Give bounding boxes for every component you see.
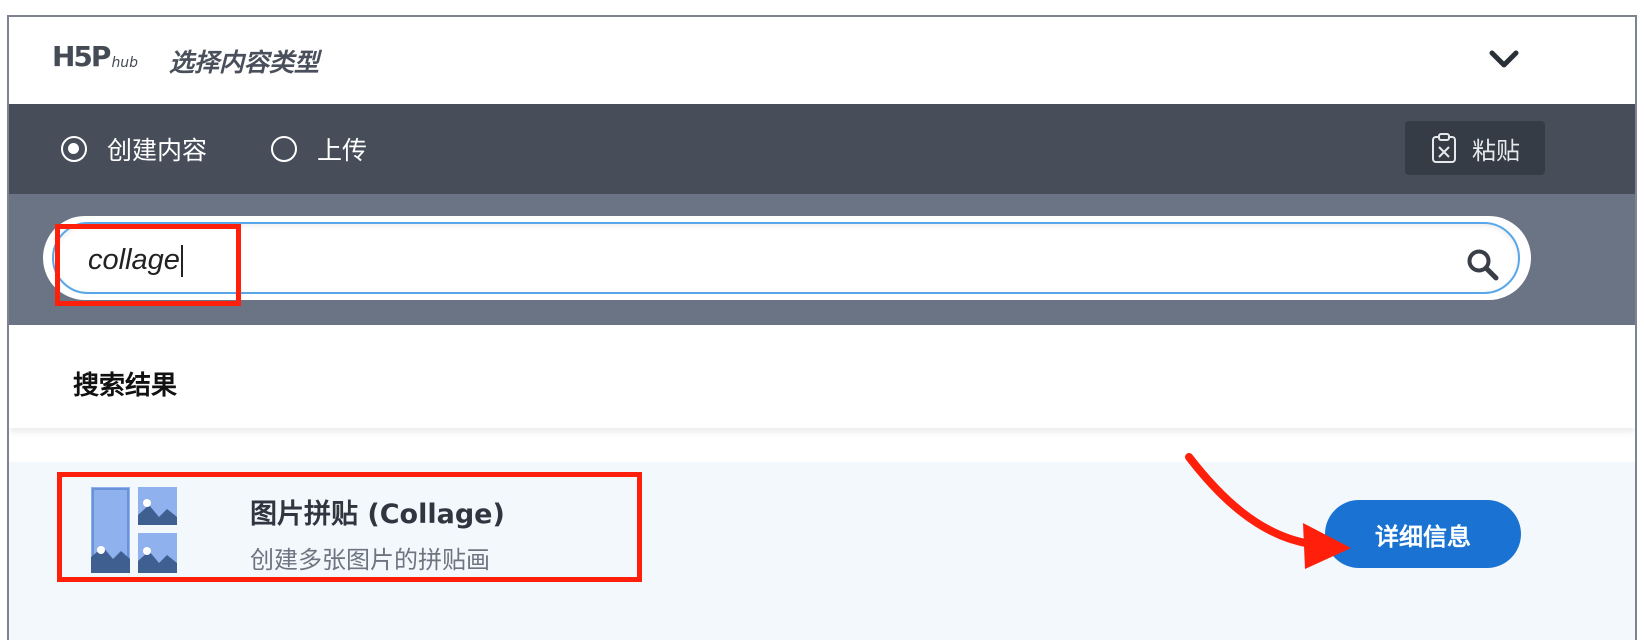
search-icon[interactable] (1466, 248, 1500, 282)
result-highlight-box (57, 472, 642, 582)
results-heading: 搜索结果 (73, 371, 178, 401)
h5p-hub-panel: H5P hub 选择内容类型 创建内容 上传 粘贴 collage 搜索结果 图… (7, 15, 1637, 640)
hub-header[interactable]: H5P hub 选择内容类型 (9, 17, 1635, 104)
search-box: collage (43, 216, 1531, 300)
tab-upload[interactable]: 上传 (271, 104, 367, 194)
results-header: 搜索结果 (9, 325, 1635, 428)
radio-checked-icon[interactable] (61, 136, 87, 162)
search-highlight-box (55, 224, 241, 306)
page-title: 选择内容类型 (169, 48, 320, 77)
list-item[interactable]: 图片拼贴 (Collage) 创建多张图片的拼贴画 详细信息 (9, 462, 1635, 640)
tab-create-content[interactable]: 创建内容 (61, 104, 207, 194)
arrow-annotation-icon (1185, 453, 1351, 569)
radio-unchecked-icon[interactable] (271, 136, 297, 162)
clipboard-icon (1432, 133, 1456, 163)
chevron-down-icon[interactable] (1487, 47, 1521, 73)
search-input[interactable]: collage (52, 222, 1520, 294)
mode-tabs: 创建内容 上传 粘贴 (9, 104, 1635, 194)
h5p-hub-logo: H5P hub (52, 40, 139, 73)
logo-main-text: H5P (52, 40, 111, 73)
paste-label: 粘贴 (1472, 136, 1520, 165)
logo-sub-text: hub (111, 55, 139, 71)
tab-label: 上传 (317, 136, 368, 165)
paste-button[interactable]: 粘贴 (1405, 121, 1545, 175)
search-band: collage (9, 194, 1635, 325)
tab-label: 创建内容 (107, 136, 208, 165)
